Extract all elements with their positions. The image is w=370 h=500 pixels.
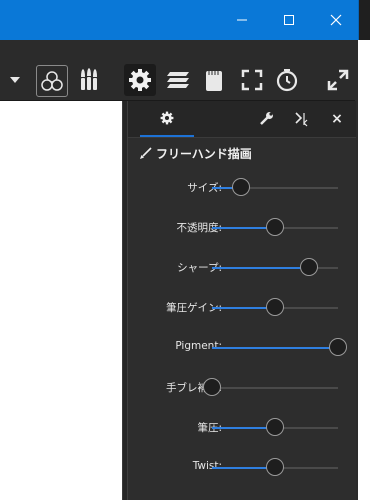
slider-row: 筆圧ゲイン: [128,293,356,323]
color-circles-button[interactable] [36,65,68,97]
dropdown-button[interactable] [2,64,28,96]
fullscreen-icon [241,69,263,91]
wrench-button[interactable] [256,109,276,129]
slider-handle[interactable] [266,458,284,476]
slider-track[interactable] [212,258,338,276]
slider-handle[interactable] [232,178,250,196]
panel-switch-icon [295,112,308,127]
close-icon: × [331,111,343,127]
layers-button[interactable] [162,64,194,96]
color-circles-icon [41,71,63,91]
slider-handle[interactable] [266,298,284,316]
slider-row: Twist: [128,453,356,483]
brush-settings-panel: × フリーハンド描画 サイズ: 不透明度: シャープ: 筆圧ゲイン: Pigment: 手… [127,101,356,500]
notepad-icon [206,71,222,91]
panel-switch-button[interactable] [291,109,311,129]
close-icon [330,14,342,26]
brushes-icon [81,68,97,90]
clock-button[interactable] [271,64,303,96]
slider-track[interactable] [212,418,338,436]
slider-row: サイズ: [128,173,356,203]
slider-handle[interactable] [329,338,347,356]
toolbar [0,40,358,101]
slider-row: Pigment: [128,333,356,363]
section-title: フリーハンド描画 [156,146,252,161]
slider-fill [212,267,309,269]
close-panel-button[interactable]: × [327,109,347,129]
expand-icon [327,69,349,91]
notepad-button[interactable] [198,64,230,96]
minimize-button[interactable] [222,4,262,36]
slider-label: Pigment: [175,340,222,352]
gear-icon [160,111,174,125]
maximize-icon [284,15,294,25]
slider-track[interactable] [212,338,347,356]
settings-button[interactable] [124,64,156,96]
clock-icon [276,69,298,92]
slider-row: シャープ: [128,253,356,283]
brushes-button[interactable] [73,64,105,96]
close-window-button[interactable] [316,4,356,36]
slider-handle[interactable] [300,258,318,276]
minimize-icon [237,19,247,21]
wrench-icon [260,112,273,125]
slider-row: 手ブレ補正: [128,373,356,403]
expand-button[interactable] [322,64,354,96]
slider-handle[interactable] [266,418,284,436]
slider-handle[interactable] [266,218,284,236]
slider-row: 筆圧: [128,413,356,443]
title-bar [0,0,359,40]
fullscreen-button[interactable] [236,64,268,96]
tab-settings[interactable] [140,101,194,137]
maximize-button[interactable] [269,4,309,36]
slider-track[interactable] [203,378,338,396]
slider-track[interactable] [212,298,338,316]
slider-row: 不透明度: [128,213,356,243]
slider-track[interactable] [212,458,338,476]
brush-icon [140,147,152,159]
slider-fill [212,347,338,349]
layers-icon [167,72,189,88]
panel-header: × [128,101,356,138]
dropdown-arrow-icon [10,77,20,83]
section-heading: フリーハンド描画 [140,143,252,163]
slider-track[interactable] [212,218,338,236]
slider-handle[interactable] [203,378,221,396]
gear-icon [129,69,151,91]
slider-track[interactable] [212,178,338,196]
slider-label: Twist: [192,460,222,472]
drawing-canvas[interactable] [0,101,123,500]
